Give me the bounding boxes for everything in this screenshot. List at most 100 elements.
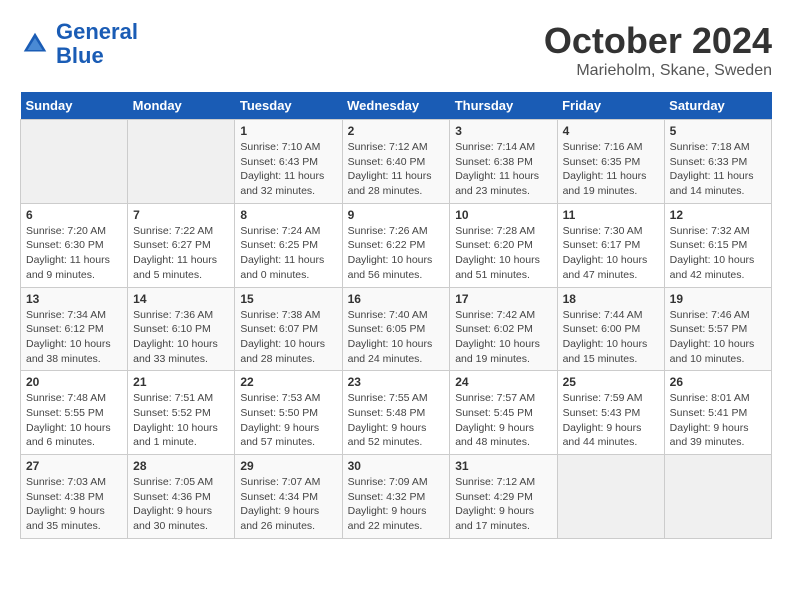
calendar-cell: 20 Sunrise: 7:48 AM Sunset: 5:55 PM Dayli…	[21, 371, 128, 455]
calendar-cell: 19Sunrise: 7:46 AM Sunset: 5:57 PM Dayli…	[664, 287, 771, 371]
day-info: Sunrise: 7:53 AM Sunset: 5:50 PM Dayligh…	[240, 391, 336, 450]
day-info: Sunrise: 7:10 AM Sunset: 6:43 PM Dayligh…	[240, 140, 336, 199]
day-number: 26	[670, 375, 766, 389]
day-number: 22	[240, 375, 336, 389]
day-info: Sunrise: 7:05 AM Sunset: 4:36 PM Dayligh…	[133, 475, 229, 534]
day-info: Sunrise: 7:16 AM Sunset: 6:35 PM Dayligh…	[563, 140, 659, 199]
day-info: Sunrise: 7:36 AM Sunset: 6:10 PM Dayligh…	[133, 308, 229, 367]
day-info: Sunrise: 7:42 AM Sunset: 6:02 PM Dayligh…	[455, 308, 551, 367]
calendar-cell: 6 Sunrise: 7:20 AM Sunset: 6:30 PM Daylig…	[21, 203, 128, 287]
day-info: Sunrise: 7:03 AM Sunset: 4:38 PM Dayligh…	[26, 475, 122, 534]
calendar-cell	[557, 455, 664, 539]
calendar-cell: 11 Sunrise: 7:30 AM Sunset: 6:17 PM Dayli…	[557, 203, 664, 287]
calendar-cell: 4 Sunrise: 7:16 AM Sunset: 6:35 PM Daylig…	[557, 120, 664, 204]
day-number: 20	[26, 375, 122, 389]
logo-line2: Blue	[56, 43, 104, 68]
day-number: 14	[133, 292, 229, 306]
day-info: Sunrise: 7:24 AM Sunset: 6:25 PM Dayligh…	[240, 224, 336, 283]
day-info: Sunrise: 7:46 AM Sunset: 5:57 PM Dayligh…	[670, 308, 766, 367]
weekday-header-sunday: Sunday	[21, 92, 128, 120]
title-block: October 2024 Marieholm, Skane, Sweden	[544, 20, 772, 80]
calendar-cell: 1 Sunrise: 7:10 AM Sunset: 6:43 PM Daylig…	[235, 120, 342, 204]
weekday-header-friday: Friday	[557, 92, 664, 120]
day-info: Sunrise: 7:51 AM Sunset: 5:52 PM Dayligh…	[133, 391, 229, 450]
calendar-cell: 9Sunrise: 7:26 AM Sunset: 6:22 PM Daylig…	[342, 203, 450, 287]
day-info: Sunrise: 7:12 AM Sunset: 6:40 PM Dayligh…	[348, 140, 445, 199]
day-number: 1	[240, 124, 336, 138]
day-info: Sunrise: 7:07 AM Sunset: 4:34 PM Dayligh…	[240, 475, 336, 534]
calendar-cell: 2Sunrise: 7:12 AM Sunset: 6:40 PM Daylig…	[342, 120, 450, 204]
day-number: 8	[240, 208, 336, 222]
calendar-cell	[128, 120, 235, 204]
day-number: 25	[563, 375, 659, 389]
calendar-cell: 16 Sunrise: 7:40 AM Sunset: 6:05 PM Dayli…	[342, 287, 450, 371]
weekday-header-monday: Monday	[128, 92, 235, 120]
day-number: 7	[133, 208, 229, 222]
calendar-cell: 14 Sunrise: 7:36 AM Sunset: 6:10 PM Dayli…	[128, 287, 235, 371]
day-number: 23	[348, 375, 445, 389]
day-number: 30	[348, 459, 445, 473]
calendar-week-4: 20 Sunrise: 7:48 AM Sunset: 5:55 PM Dayli…	[21, 371, 772, 455]
location-subtitle: Marieholm, Skane, Sweden	[544, 62, 772, 80]
calendar-cell: 29 Sunrise: 7:07 AM Sunset: 4:34 PM Dayli…	[235, 455, 342, 539]
weekday-header-row: SundayMondayTuesdayWednesdayThursdayFrid…	[21, 92, 772, 120]
calendar-cell: 15Sunrise: 7:38 AM Sunset: 6:07 PM Dayli…	[235, 287, 342, 371]
calendar-cell: 8 Sunrise: 7:24 AM Sunset: 6:25 PM Daylig…	[235, 203, 342, 287]
logo-line1: General	[56, 19, 138, 44]
calendar-cell: 27 Sunrise: 7:03 AM Sunset: 4:38 PM Dayli…	[21, 455, 128, 539]
day-number: 13	[26, 292, 122, 306]
day-info: Sunrise: 7:18 AM Sunset: 6:33 PM Dayligh…	[670, 140, 766, 199]
calendar-week-2: 6 Sunrise: 7:20 AM Sunset: 6:30 PM Daylig…	[21, 203, 772, 287]
day-number: 17	[455, 292, 551, 306]
logo-text: General Blue	[56, 20, 138, 68]
day-number: 16	[348, 292, 445, 306]
day-number: 31	[455, 459, 551, 473]
calendar-cell: 21Sunrise: 7:51 AM Sunset: 5:52 PM Dayli…	[128, 371, 235, 455]
day-info: Sunrise: 7:22 AM Sunset: 6:27 PM Dayligh…	[133, 224, 229, 283]
weekday-header-tuesday: Tuesday	[235, 92, 342, 120]
day-number: 9	[348, 208, 445, 222]
calendar-cell: 10 Sunrise: 7:28 AM Sunset: 6:20 PM Dayli…	[450, 203, 557, 287]
weekday-header-thursday: Thursday	[450, 92, 557, 120]
day-info: Sunrise: 7:14 AM Sunset: 6:38 PM Dayligh…	[455, 140, 551, 199]
day-number: 11	[563, 208, 659, 222]
weekday-header-wednesday: Wednesday	[342, 92, 450, 120]
calendar-table: SundayMondayTuesdayWednesdayThursdayFrid…	[20, 92, 772, 539]
day-info: Sunrise: 7:12 AM Sunset: 4:29 PM Dayligh…	[455, 475, 551, 534]
calendar-cell: 30 Sunrise: 7:09 AM Sunset: 4:32 PM Dayli…	[342, 455, 450, 539]
day-info: Sunrise: 7:48 AM Sunset: 5:55 PM Dayligh…	[26, 391, 122, 450]
calendar-cell: 12 Sunrise: 7:32 AM Sunset: 6:15 PM Dayli…	[664, 203, 771, 287]
calendar-week-5: 27 Sunrise: 7:03 AM Sunset: 4:38 PM Dayli…	[21, 455, 772, 539]
calendar-cell: 22 Sunrise: 7:53 AM Sunset: 5:50 PM Dayli…	[235, 371, 342, 455]
day-info: Sunrise: 7:20 AM Sunset: 6:30 PM Dayligh…	[26, 224, 122, 283]
day-number: 27	[26, 459, 122, 473]
day-number: 5	[670, 124, 766, 138]
day-info: Sunrise: 7:09 AM Sunset: 4:32 PM Dayligh…	[348, 475, 445, 534]
calendar-cell: 31 Sunrise: 7:12 AM Sunset: 4:29 PM Dayli…	[450, 455, 557, 539]
calendar-week-1: 1 Sunrise: 7:10 AM Sunset: 6:43 PM Daylig…	[21, 120, 772, 204]
calendar-cell	[21, 120, 128, 204]
day-info: Sunrise: 7:40 AM Sunset: 6:05 PM Dayligh…	[348, 308, 445, 367]
day-info: Sunrise: 7:30 AM Sunset: 6:17 PM Dayligh…	[563, 224, 659, 283]
calendar-cell: 28Sunrise: 7:05 AM Sunset: 4:36 PM Dayli…	[128, 455, 235, 539]
logo-icon	[20, 29, 50, 59]
day-number: 10	[455, 208, 551, 222]
day-info: Sunrise: 7:38 AM Sunset: 6:07 PM Dayligh…	[240, 308, 336, 367]
calendar-cell: 18Sunrise: 7:44 AM Sunset: 6:00 PM Dayli…	[557, 287, 664, 371]
calendar-cell: 3Sunrise: 7:14 AM Sunset: 6:38 PM Daylig…	[450, 120, 557, 204]
day-info: Sunrise: 7:59 AM Sunset: 5:43 PM Dayligh…	[563, 391, 659, 450]
day-number: 29	[240, 459, 336, 473]
day-number: 18	[563, 292, 659, 306]
month-title: October 2024	[544, 20, 772, 62]
calendar-cell: 5 Sunrise: 7:18 AM Sunset: 6:33 PM Daylig…	[664, 120, 771, 204]
day-info: Sunrise: 7:55 AM Sunset: 5:48 PM Dayligh…	[348, 391, 445, 450]
day-info: Sunrise: 7:32 AM Sunset: 6:15 PM Dayligh…	[670, 224, 766, 283]
day-number: 6	[26, 208, 122, 222]
calendar-cell: 23 Sunrise: 7:55 AM Sunset: 5:48 PM Dayli…	[342, 371, 450, 455]
calendar-week-3: 13Sunrise: 7:34 AM Sunset: 6:12 PM Dayli…	[21, 287, 772, 371]
day-info: Sunrise: 7:28 AM Sunset: 6:20 PM Dayligh…	[455, 224, 551, 283]
weekday-header-saturday: Saturday	[664, 92, 771, 120]
day-number: 12	[670, 208, 766, 222]
calendar-cell: 17 Sunrise: 7:42 AM Sunset: 6:02 PM Dayli…	[450, 287, 557, 371]
day-number: 4	[563, 124, 659, 138]
